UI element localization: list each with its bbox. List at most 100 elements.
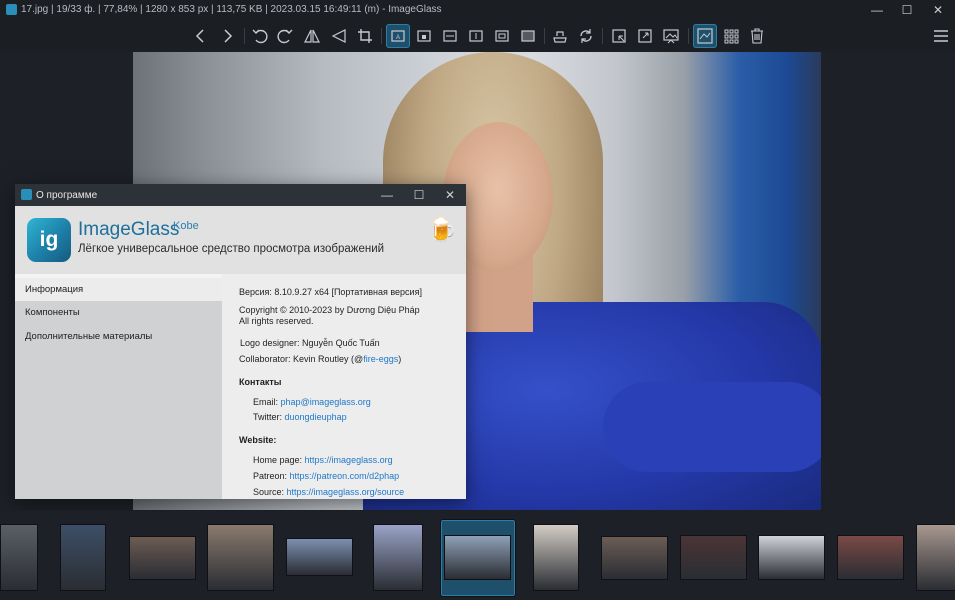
rotate-left-button[interactable] — [248, 24, 272, 48]
sidebar-item-information[interactable]: Информация — [15, 278, 222, 301]
imageglass-app-icon — [6, 4, 17, 15]
close-button[interactable]: ✕ — [921, 0, 955, 21]
toolbar-separator — [381, 28, 382, 44]
scale-to-height-button[interactable] — [464, 24, 488, 48]
toolbar-separator — [688, 28, 689, 44]
email-label: Email: — [253, 397, 279, 407]
toolbar-separator — [602, 28, 603, 44]
patreon-link[interactable]: https://patreon.com/d2phap — [290, 471, 400, 481]
svg-text:A: A — [396, 35, 400, 41]
dialog-title: О программе — [36, 190, 98, 201]
main-toolbar: A — [0, 21, 955, 51]
about-dialog: О программе — ☐ ✕ ig ImageGlass Kobe Лёг… — [15, 184, 466, 499]
thumbnail[interactable] — [837, 535, 904, 580]
thumbnail-bar — [0, 511, 955, 600]
gallery-button[interactable] — [719, 24, 743, 48]
dialog-minimize-button[interactable]: — — [372, 184, 402, 206]
delete-button[interactable] — [745, 24, 769, 48]
toolbar-separator — [544, 28, 545, 44]
thumbnail[interactable] — [129, 536, 196, 580]
slideshow-button[interactable] — [659, 24, 683, 48]
dialog-sidebar: Информация Компоненты Дополнительные мат… — [15, 278, 222, 499]
flip-horizontal-icon — [304, 29, 320, 43]
email-link[interactable]: phap@imageglass.org — [281, 397, 371, 407]
minimize-button[interactable]: — — [860, 0, 894, 21]
twitter-link[interactable]: duongdieuphap — [285, 412, 347, 422]
sidebar-item-components[interactable]: Компоненты — [15, 301, 222, 324]
auto-zoom-button[interactable]: A — [386, 24, 410, 48]
twitter-row: Twitter: duongdieuphap — [253, 412, 347, 422]
flip-horizontal-button[interactable] — [300, 24, 324, 48]
source-link[interactable]: https://imageglass.org/source — [287, 487, 405, 497]
collaborator-link[interactable]: fire-eggs — [363, 354, 398, 364]
scale-to-fill-button[interactable] — [516, 24, 540, 48]
hamburger-menu-icon — [934, 30, 948, 42]
flip-vertical-icon — [331, 29, 346, 43]
full-screen-icon — [638, 29, 652, 43]
app-codename: Kobe — [173, 220, 199, 232]
imageglass-logo: ig — [27, 218, 71, 262]
donate-beer-icon[interactable]: 🍺 — [427, 218, 457, 244]
copyright-text: Copyright © 2010-2023 by Dương Diệu Pháp — [239, 305, 420, 315]
thumbnail-bar-button[interactable] — [693, 24, 717, 48]
rights-text: All rights reserved. — [239, 316, 314, 326]
scale-fill-icon — [521, 30, 535, 42]
thumbnail[interactable] — [916, 524, 955, 591]
toolbar-separator — [244, 28, 245, 44]
flip-vertical-button[interactable] — [327, 24, 351, 48]
thumbnail-selected[interactable] — [444, 535, 511, 580]
source-label: Source: — [253, 487, 285, 497]
rotate-right-icon — [277, 29, 293, 44]
logo-designer-text: Logo designer: Nguyễn Quốc Tuấn — [240, 338, 380, 348]
email-row: Email: phap@imageglass.org — [253, 397, 371, 407]
thumbnail[interactable] — [60, 524, 106, 591]
thumbnail[interactable] — [533, 524, 579, 591]
full-screen-button[interactable] — [633, 24, 657, 48]
rotate-left-icon — [252, 29, 268, 44]
version-text: Версия: 8.10.9.27 x64 [Портативная верси… — [239, 287, 422, 297]
thumbnail[interactable] — [207, 524, 274, 591]
dialog-close-button[interactable]: ✕ — [435, 184, 465, 206]
dialog-header: ig ImageGlass Kobe Лёгкое универсальное … — [15, 206, 466, 274]
thumbnail[interactable] — [680, 535, 747, 580]
patreon-row: Patreon: https://patreon.com/d2phap — [253, 471, 399, 481]
imageglass-app-icon — [21, 189, 32, 200]
chevron-left-icon — [195, 29, 204, 43]
slideshow-icon — [663, 29, 679, 44]
trash-icon — [751, 28, 763, 44]
open-with-button[interactable] — [548, 24, 572, 48]
dialog-maximize-button[interactable]: ☐ — [404, 184, 434, 206]
next-image-button[interactable] — [215, 24, 239, 48]
thumbnail[interactable] — [601, 536, 668, 580]
previous-image-button[interactable] — [189, 24, 213, 48]
crop-icon — [358, 29, 372, 43]
sidebar-item-label: Информация — [25, 284, 84, 295]
contacts-heading: Контакты — [239, 377, 282, 387]
rotate-right-button[interactable] — [273, 24, 297, 48]
sidebar-item-additional-materials[interactable]: Дополнительные материалы — [15, 325, 222, 348]
maximize-button[interactable]: ☐ — [890, 0, 924, 21]
thumbnail[interactable] — [0, 524, 38, 591]
homepage-label: Home page: — [253, 455, 303, 465]
collaborator-text: Collaborator: Kevin Routley (@fire-eggs) — [239, 354, 402, 364]
window-fit-button[interactable] — [607, 24, 631, 48]
auto-zoom-icon: A — [391, 30, 405, 42]
lock-zoom-button[interactable] — [412, 24, 436, 48]
chevron-right-icon — [224, 29, 233, 43]
information-panel: Версия: 8.10.9.27 x64 [Портативная верси… — [222, 274, 466, 499]
patreon-label: Patreon: — [253, 471, 288, 481]
homepage-link[interactable]: https://imageglass.org — [305, 455, 393, 465]
scale-to-fit-button[interactable] — [490, 24, 514, 48]
scale-to-width-button[interactable] — [438, 24, 462, 48]
thumbnail-bar-icon — [697, 28, 713, 44]
source-row: Source: https://imageglass.org/source — [253, 487, 404, 497]
crop-button[interactable] — [353, 24, 377, 48]
thumbnail[interactable] — [286, 538, 353, 576]
thumbnail[interactable] — [373, 524, 423, 591]
main-menu-button[interactable] — [929, 24, 953, 48]
refresh-button[interactable] — [574, 24, 598, 48]
window-title: 17.jpg | 19/33 ф. | 77,84% | 1280 x 853 … — [21, 4, 442, 15]
thumbnail[interactable] — [758, 535, 825, 580]
sidebar-item-label: Компоненты — [25, 307, 80, 318]
sidebar-item-label: Дополнительные материалы — [25, 331, 153, 342]
